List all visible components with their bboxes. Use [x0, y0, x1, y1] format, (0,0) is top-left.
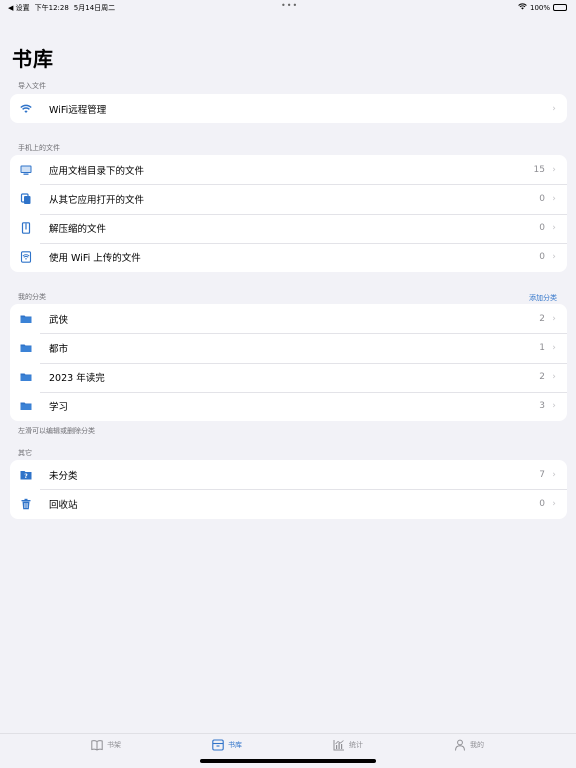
question-folder-icon: ?: [19, 468, 33, 482]
row-count: 2: [539, 313, 545, 324]
row-label: 从其它应用打开的文件: [49, 194, 145, 206]
folder-icon: [19, 399, 33, 413]
row-count: 3: [539, 401, 545, 412]
row-count: 0: [539, 223, 545, 234]
row-category-2023-finished[interactable]: 2023 年读完 2 ›: [10, 362, 567, 392]
chevron-right-icon: ›: [552, 252, 556, 263]
battery-icon: [553, 4, 567, 11]
row-label: 应用文档目录下的文件: [49, 165, 145, 177]
section-header-import: 导入文件: [18, 82, 46, 90]
row-count: 7: [539, 469, 545, 480]
wifi-status-icon: [518, 3, 527, 12]
section-header-categories: 我的分类: [18, 293, 46, 301]
row-label: WiFi远程管理: [49, 104, 107, 116]
home-indicator[interactable]: [200, 759, 376, 763]
status-bar: ◀ 设置 下午12:28 5月14日周二 ••• 100%: [0, 0, 576, 14]
screen: ◀ 设置 下午12:28 5月14日周二 ••• 100% 书库 导入文件 Wi…: [0, 0, 576, 768]
back-to-settings-link[interactable]: ◀ 设置: [8, 3, 30, 13]
tab-label: 统计: [349, 741, 363, 749]
row-label: 武侠: [49, 314, 69, 326]
archive-box-icon: [212, 739, 224, 751]
row-label: 回收站: [49, 499, 78, 511]
import-group: WiFi远程管理 ›: [10, 94, 567, 124]
chevron-right-icon: ›: [552, 103, 556, 114]
tab-library[interactable]: 书库: [212, 739, 242, 751]
row-count: 1: [539, 342, 545, 353]
row-count: 15: [533, 164, 545, 175]
svg-text:?: ?: [24, 473, 28, 480]
add-category-button[interactable]: 添加分类: [529, 293, 557, 303]
status-date: 5月14日周二: [73, 4, 116, 12]
other-group: ? 未分类 7 › 回收站 0 ›: [10, 460, 567, 519]
tab-label: 书架: [107, 741, 121, 749]
status-left: ◀ 设置 下午12:28 5月14日周二: [8, 3, 115, 13]
status-time: 下午12:28: [34, 4, 69, 12]
chevron-right-icon: ›: [552, 313, 556, 324]
row-count: 0: [539, 193, 545, 204]
wifi-file-icon: [19, 250, 33, 264]
folder-icon: [19, 341, 33, 355]
chart-icon: [333, 740, 344, 751]
tab-me[interactable]: 我的: [454, 739, 484, 751]
chevron-right-icon: ›: [552, 223, 556, 234]
row-count: 0: [539, 252, 545, 263]
row-label: 未分类: [49, 470, 78, 482]
wifi-icon: [19, 102, 33, 116]
chevron-right-icon: ›: [552, 193, 556, 204]
row-count: 2: [539, 372, 545, 383]
row-label: 都市: [49, 343, 69, 355]
chevron-right-icon: ›: [552, 342, 556, 353]
page-title: 书库: [12, 47, 54, 71]
categories-group: 武侠 2 › 都市 1 › 2023 年读完 2 › 学习 3 ›: [10, 304, 567, 421]
tab-statistics[interactable]: 统计: [333, 739, 363, 751]
row-category-study[interactable]: 学习 3 ›: [10, 391, 567, 421]
row-uncategorized[interactable]: ? 未分类 7 ›: [10, 460, 567, 489]
row-wifi-remote-management[interactable]: WiFi远程管理 ›: [10, 94, 567, 123]
person-icon: [455, 739, 465, 751]
chevron-right-icon: ›: [552, 401, 556, 412]
section-header-other: 其它: [18, 449, 32, 457]
row-count: 0: [539, 498, 545, 509]
status-right: 100%: [518, 3, 567, 12]
row-opened-from-other-apps[interactable]: 从其它应用打开的文件 0 ›: [10, 184, 567, 213]
copy-files-icon: [19, 192, 33, 206]
row-label: 2023 年读完: [49, 373, 105, 385]
chevron-right-icon: ›: [552, 164, 556, 175]
row-label: 使用 WiFi 上传的文件: [49, 253, 141, 265]
chevron-right-icon: ›: [552, 372, 556, 383]
row-wifi-uploaded-files[interactable]: 使用 WiFi 上传的文件 0 ›: [10, 242, 567, 272]
archive-icon: [19, 221, 33, 235]
battery-percent: 100%: [529, 3, 550, 12]
device-files-group: 应用文档目录下的文件 15 › 从其它应用打开的文件 0 › 解压缩的文件 0 …: [10, 155, 567, 272]
row-label: 解压缩的文件: [49, 224, 107, 236]
row-app-documents-files[interactable]: 应用文档目录下的文件 15 ›: [10, 155, 567, 184]
row-trash[interactable]: 回收站 0 ›: [10, 489, 567, 518]
trash-icon: [19, 497, 33, 511]
chevron-right-icon: ›: [552, 498, 556, 509]
monitor-icon: [19, 163, 33, 177]
book-icon: [91, 740, 103, 751]
folder-icon: [19, 312, 33, 326]
tab-label: 书库: [228, 741, 242, 749]
multitasking-dots[interactable]: •••: [281, 1, 298, 10]
tab-bookshelf[interactable]: 书架: [91, 739, 121, 751]
row-label: 学习: [49, 402, 69, 414]
categories-footer-hint: 左滑可以编辑或删除分类: [18, 427, 95, 435]
tab-label: 我的: [470, 741, 484, 749]
chevron-right-icon: ›: [552, 469, 556, 480]
row-category-urban[interactable]: 都市 1 ›: [10, 333, 567, 362]
folder-icon: [19, 370, 33, 384]
section-header-device-files: 手机上的文件: [18, 144, 60, 152]
row-unzipped-files[interactable]: 解压缩的文件 0 ›: [10, 213, 567, 243]
row-category-wuxia[interactable]: 武侠 2 ›: [10, 304, 567, 333]
